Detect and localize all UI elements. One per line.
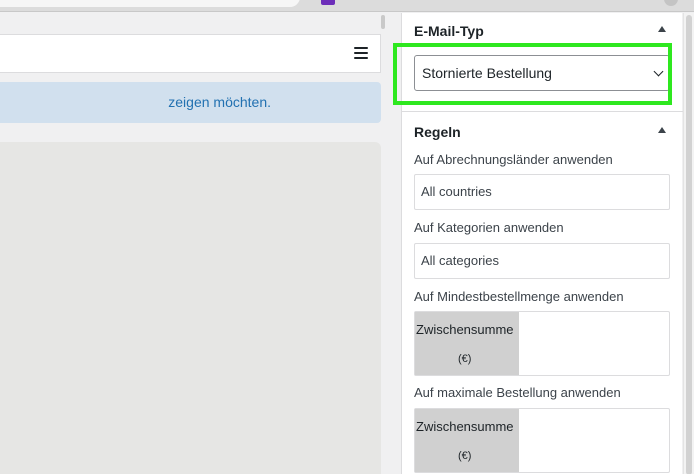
- settings-panel: E-Mail-Typ Stornierte Bestellung Regeln …: [393, 13, 683, 474]
- max-order-label: Auf maximale Bestellung anwenden: [414, 385, 621, 400]
- profile-icon[interactable]: [664, 0, 678, 6]
- editor-area: zeigen möchten.: [0, 13, 388, 474]
- rules-header[interactable]: Regeln: [402, 114, 683, 148]
- caret-up-icon[interactable]: [658, 127, 666, 133]
- min-order-field: Zwischensumme (€): [414, 311, 670, 376]
- chevron-down-icon: [653, 66, 664, 77]
- email-type-header[interactable]: E-Mail-Typ: [402, 13, 683, 47]
- min-order-currency: (€): [458, 353, 472, 365]
- max-order-input[interactable]: [519, 409, 669, 472]
- info-notice-text: zeigen möchten.: [168, 94, 271, 110]
- categories-input[interactable]: All categories: [414, 243, 670, 279]
- rules-title: Regeln: [414, 124, 461, 140]
- section-divider: [402, 111, 683, 112]
- max-order-addon-text: Zwischensumme: [416, 419, 514, 434]
- min-order-addon-text: Zwischensumme: [416, 322, 514, 337]
- billing-countries-input[interactable]: All countries: [414, 174, 670, 210]
- max-order-currency: (€): [458, 450, 472, 462]
- billing-countries-label: Auf Abrechnungsländer anwenden: [414, 152, 613, 167]
- min-order-input[interactable]: [519, 312, 669, 375]
- min-order-label: Auf Mindestbestellmenge anwenden: [414, 289, 624, 304]
- extension-icon[interactable]: [321, 0, 335, 5]
- hamburger-icon[interactable]: [354, 47, 368, 59]
- categories-label: Auf Kategorien anwenden: [414, 220, 564, 235]
- categories-value: All categories: [421, 253, 500, 268]
- email-preview-area: [0, 142, 381, 474]
- info-notice: zeigen möchten.: [0, 82, 381, 123]
- billing-countries-value: All countries: [421, 184, 492, 199]
- max-order-addon: Zwischensumme (€): [415, 409, 519, 472]
- email-type-select-value: Stornierte Bestellung: [422, 65, 552, 81]
- max-order-field: Zwischensumme (€): [414, 408, 670, 473]
- email-type-select[interactable]: Stornierte Bestellung: [414, 55, 670, 91]
- email-type-title: E-Mail-Typ: [414, 23, 484, 39]
- editor-toolbar: [0, 34, 381, 73]
- editor-scrollbar[interactable]: [381, 15, 385, 29]
- min-order-addon: Zwischensumme (€): [415, 312, 519, 375]
- panel-scrollbar[interactable]: [683, 13, 694, 474]
- browser-top-strip: [0, 0, 694, 12]
- caret-up-icon[interactable]: [658, 26, 666, 32]
- address-bar[interactable]: [0, 0, 300, 7]
- panel-scrollbar-thumb[interactable]: [686, 15, 692, 474]
